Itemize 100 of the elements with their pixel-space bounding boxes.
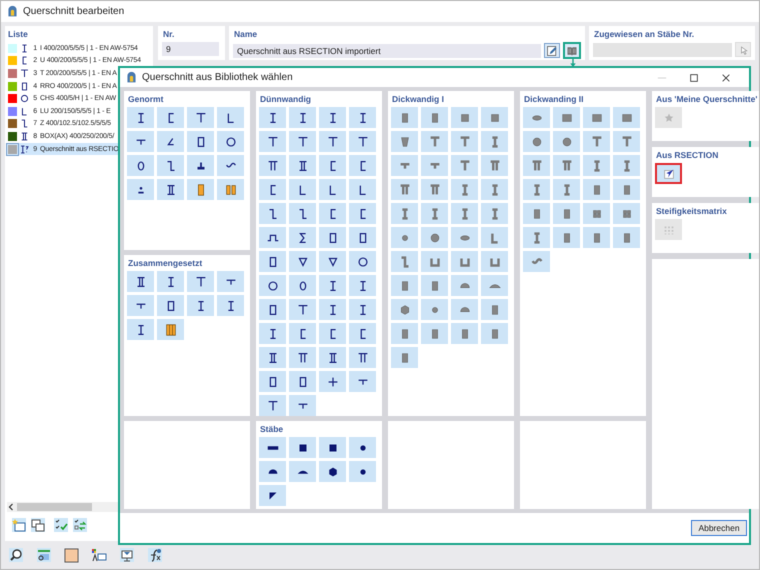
section-type-button[interactable] [127, 179, 154, 200]
section-type-button[interactable] [349, 275, 376, 296]
name-field[interactable]: Querschnitt aus RSECTION importiert [233, 44, 541, 58]
section-type-button[interactable] [217, 295, 244, 316]
scroll-left-icon[interactable] [7, 502, 15, 512]
color-swatch-icon[interactable] [64, 548, 79, 562]
section-type-button[interactable] [319, 131, 346, 152]
section-type-button[interactable] [259, 251, 286, 272]
copy-section-icon[interactable] [30, 517, 46, 533]
section-type-button[interactable] [259, 299, 286, 320]
section-type-button[interactable] [259, 347, 286, 368]
section-type-button[interactable] [319, 107, 346, 128]
section-type-button[interactable] [187, 107, 214, 128]
import-source-button[interactable] [655, 163, 682, 184]
section-type-button[interactable] [259, 323, 286, 344]
section-type-button[interactable] [217, 155, 244, 176]
section-type-button[interactable] [259, 227, 286, 248]
section-type-button[interactable] [289, 203, 316, 224]
section-type-button[interactable] [289, 437, 316, 458]
section-type-button[interactable] [349, 251, 376, 272]
section-type-button[interactable] [217, 131, 244, 152]
section-type-button[interactable] [217, 271, 244, 292]
section-type-button[interactable] [289, 371, 316, 392]
section-type-button[interactable] [319, 179, 346, 200]
section-type-button[interactable] [349, 131, 376, 152]
check-all-icon[interactable] [53, 517, 69, 533]
section-type-button[interactable] [187, 155, 214, 176]
section-type-button[interactable] [127, 107, 154, 128]
section-type-button[interactable] [289, 155, 316, 176]
section-type-button[interactable] [187, 131, 214, 152]
section-type-button[interactable] [349, 227, 376, 248]
section-type-button[interactable] [349, 155, 376, 176]
section-type-button[interactable] [319, 251, 346, 272]
section-type-button[interactable] [319, 299, 346, 320]
section-type-button[interactable] [259, 179, 286, 200]
section-type-button[interactable] [157, 179, 184, 200]
section-type-button[interactable] [157, 155, 184, 176]
section-type-button[interactable] [217, 179, 244, 200]
section-type-button[interactable] [289, 461, 316, 482]
section-type-button[interactable] [259, 155, 286, 176]
section-type-button[interactable] [349, 203, 376, 224]
section-type-button[interactable] [349, 179, 376, 200]
section-type-button[interactable] [319, 227, 346, 248]
section-type-button[interactable] [157, 271, 184, 292]
section-type-button[interactable] [349, 299, 376, 320]
section-type-button[interactable] [157, 131, 184, 152]
section-type-button[interactable] [349, 371, 376, 392]
section-type-button[interactable] [289, 179, 316, 200]
section-type-button[interactable] [259, 131, 286, 152]
section-type-button[interactable] [319, 323, 346, 344]
maximize-icon[interactable] [689, 72, 699, 82]
number-field[interactable]: 9 [162, 42, 219, 56]
section-type-button[interactable] [349, 107, 376, 128]
display-settings-icon[interactable] [91, 547, 107, 563]
section-type-button[interactable] [127, 319, 154, 340]
section-type-button[interactable] [127, 271, 154, 292]
info-display-icon[interactable] [119, 547, 135, 563]
cancel-button[interactable]: Abbrechen [691, 520, 747, 536]
section-type-button[interactable] [259, 107, 286, 128]
section-type-button[interactable] [289, 131, 316, 152]
section-type-button[interactable] [259, 371, 286, 392]
section-type-button[interactable] [259, 485, 286, 506]
section-type-button[interactable] [217, 107, 244, 128]
section-type-button[interactable] [289, 227, 316, 248]
section-type-button[interactable] [289, 323, 316, 344]
section-type-button[interactable] [319, 155, 346, 176]
section-type-button[interactable] [259, 275, 286, 296]
section-type-button[interactable] [157, 107, 184, 128]
section-type-button[interactable] [289, 275, 316, 296]
section-type-button[interactable] [259, 395, 286, 416]
section-type-button[interactable] [349, 347, 376, 368]
section-type-button[interactable] [319, 275, 346, 296]
section-type-button[interactable] [157, 319, 184, 340]
section-type-button[interactable] [319, 347, 346, 368]
section-type-button[interactable] [289, 299, 316, 320]
units-icon[interactable] [36, 547, 52, 563]
library-button[interactable] [563, 42, 581, 59]
section-type-button[interactable] [319, 371, 346, 392]
section-type-button[interactable] [319, 437, 346, 458]
section-type-button[interactable] [349, 323, 376, 344]
section-type-button[interactable] [157, 295, 184, 316]
section-type-button[interactable] [259, 437, 286, 458]
section-type-button[interactable] [187, 295, 214, 316]
section-type-button[interactable] [289, 251, 316, 272]
section-type-button[interactable] [259, 461, 286, 482]
section-type-button[interactable] [319, 461, 346, 482]
section-type-button[interactable] [289, 395, 316, 416]
toggle-check-icon[interactable] [72, 517, 88, 533]
formula-icon[interactable] [147, 547, 163, 563]
section-type-button[interactable] [349, 461, 376, 482]
section-type-button[interactable] [289, 347, 316, 368]
edit-button[interactable] [544, 43, 560, 58]
section-type-button[interactable] [349, 437, 376, 458]
close-icon[interactable] [721, 72, 731, 82]
section-type-button[interactable] [127, 155, 154, 176]
search-icon[interactable] [8, 547, 24, 563]
new-section-icon[interactable] [11, 517, 27, 533]
section-type-button[interactable] [319, 203, 346, 224]
section-type-button[interactable] [127, 131, 154, 152]
section-type-button[interactable] [127, 295, 154, 316]
